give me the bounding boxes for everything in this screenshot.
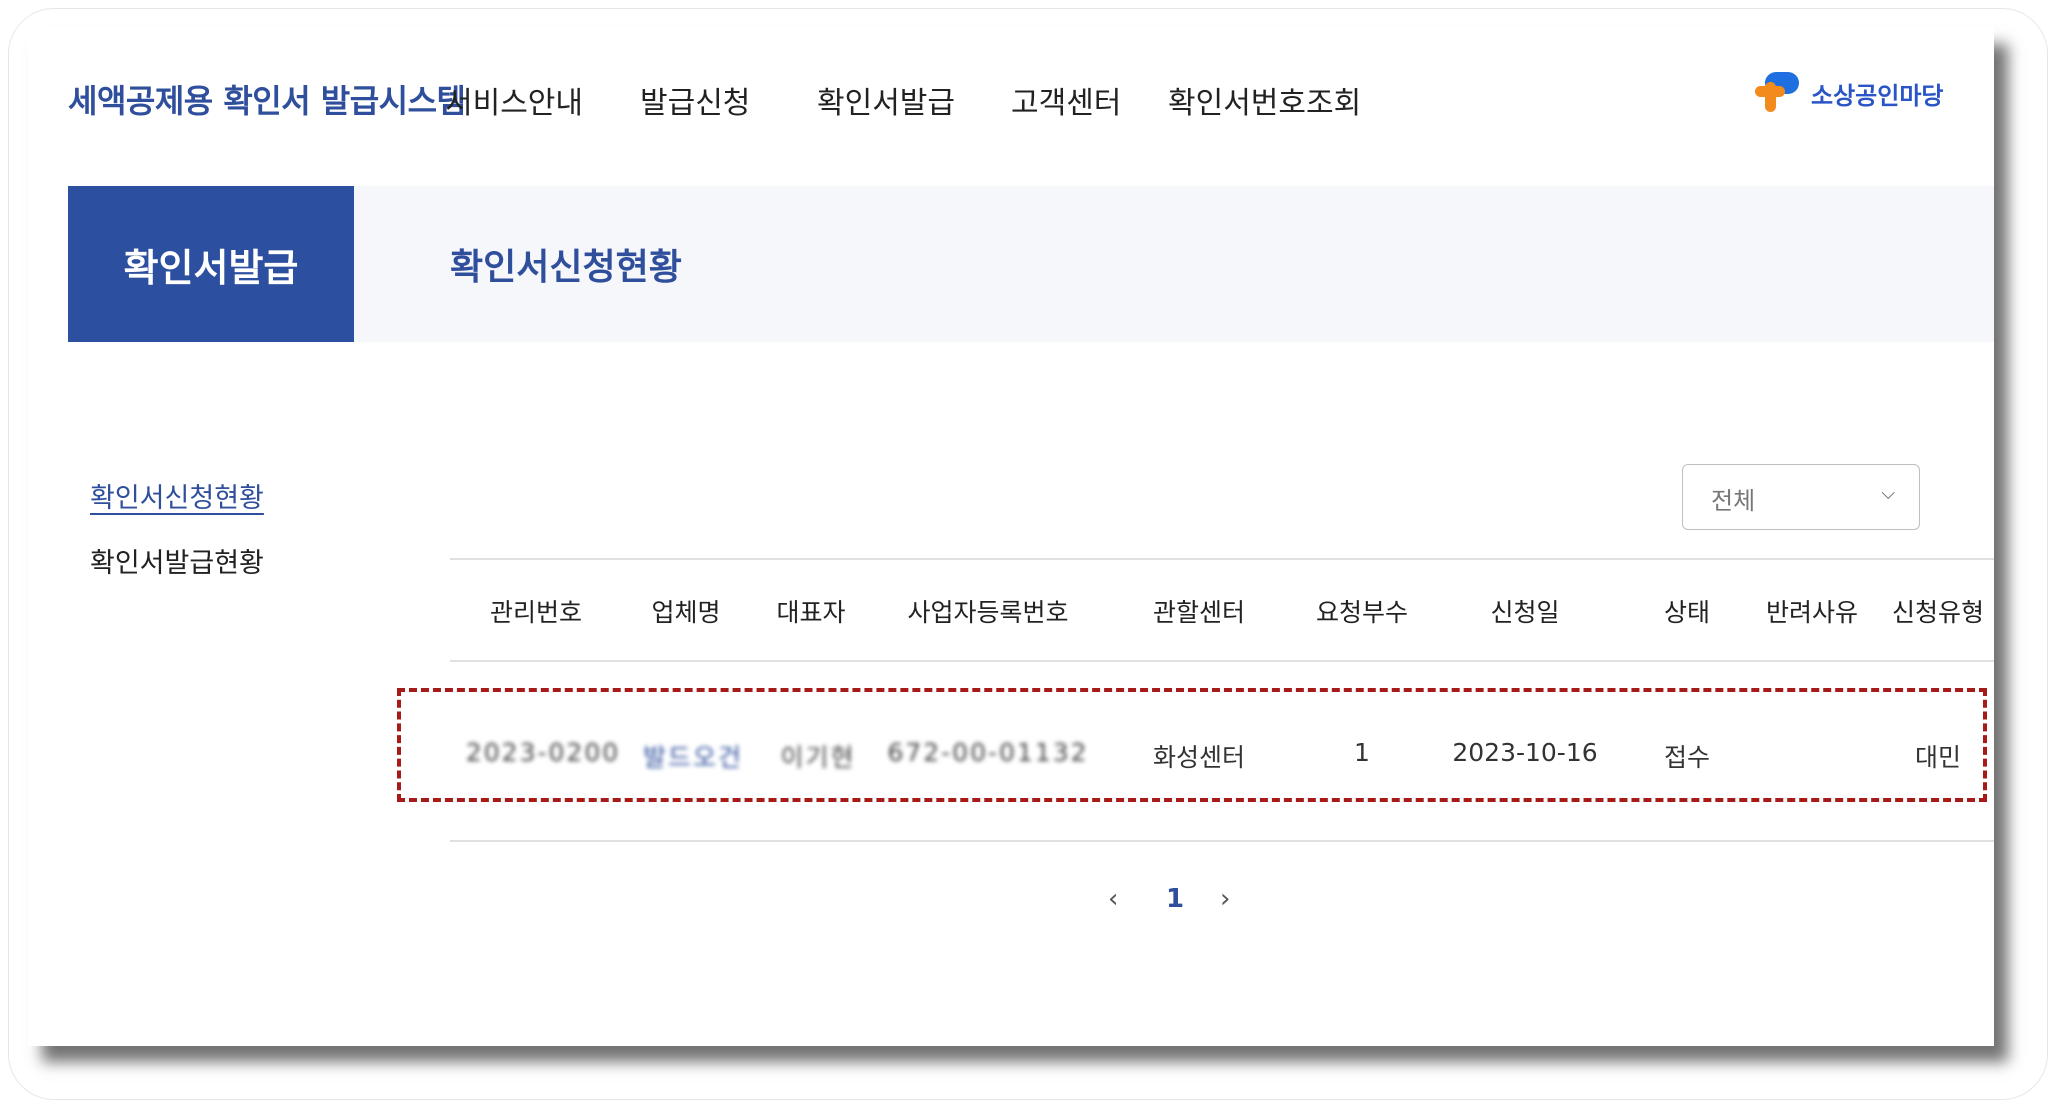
nav-customer-center[interactable]: 고객센터: [1011, 78, 1121, 122]
column-header-reason: 반려사유: [1765, 598, 1859, 627]
page-banner: [68, 186, 1994, 342]
logo-icon: [1755, 72, 1799, 112]
status-filter-value: 전체: [1711, 487, 1756, 515]
nav-service-info[interactable]: 서비스안내: [445, 78, 583, 122]
banner-active-tab[interactable]: 확인서발급: [68, 186, 354, 342]
nav-apply[interactable]: 발급신청: [640, 78, 750, 122]
column-header-status: 상태: [1663, 598, 1711, 627]
status-filter-select[interactable]: 전체 ⌵: [1682, 464, 1920, 530]
pagination-next-button[interactable]: ›: [1220, 884, 1230, 914]
side-menu-issuance-status[interactable]: 확인서발급현황: [90, 541, 264, 580]
column-header-center: 관할센터: [1152, 598, 1246, 627]
logo-text: 소상공인마당: [1811, 82, 1944, 110]
pagination-prev-button[interactable]: ‹: [1108, 884, 1118, 914]
chevron-down-icon: ⌵: [1881, 483, 1895, 504]
column-header-copies: 요청부수: [1315, 598, 1409, 627]
nav-certificate-issue[interactable]: 확인서발급: [817, 78, 955, 122]
table-header-divider: [450, 660, 1994, 662]
site-brand[interactable]: 세액공제용 확인서 발급시스템: [68, 76, 466, 122]
column-header-type: 신청유형: [1891, 598, 1985, 627]
table-top-border: [450, 558, 1994, 560]
page-title: 확인서신청현황: [450, 247, 682, 288]
nav-certificate-lookup[interactable]: 확인서번호조회: [1168, 78, 1361, 122]
column-header-date: 신청일: [1490, 598, 1560, 627]
side-menu-application-status[interactable]: 확인서신청현황: [90, 476, 264, 515]
column-header-id: 관리번호: [489, 598, 583, 627]
column-header-representative: 대표자: [776, 598, 846, 627]
table-bottom-border: [450, 840, 1994, 842]
column-header-company: 업체명: [651, 598, 721, 627]
column-header-bizno: 사업자등록번호: [907, 598, 1069, 627]
sosanggongin-madang-logo[interactable]: 소상공인마당: [1753, 68, 1953, 118]
page: 세액공제용 확인서 발급시스템 서비스안내 발급신청 확인서발급 고객센터 확인…: [28, 28, 1994, 1046]
row-highlight-box: [397, 688, 1987, 802]
pagination-page-1[interactable]: 1: [1166, 884, 1184, 914]
